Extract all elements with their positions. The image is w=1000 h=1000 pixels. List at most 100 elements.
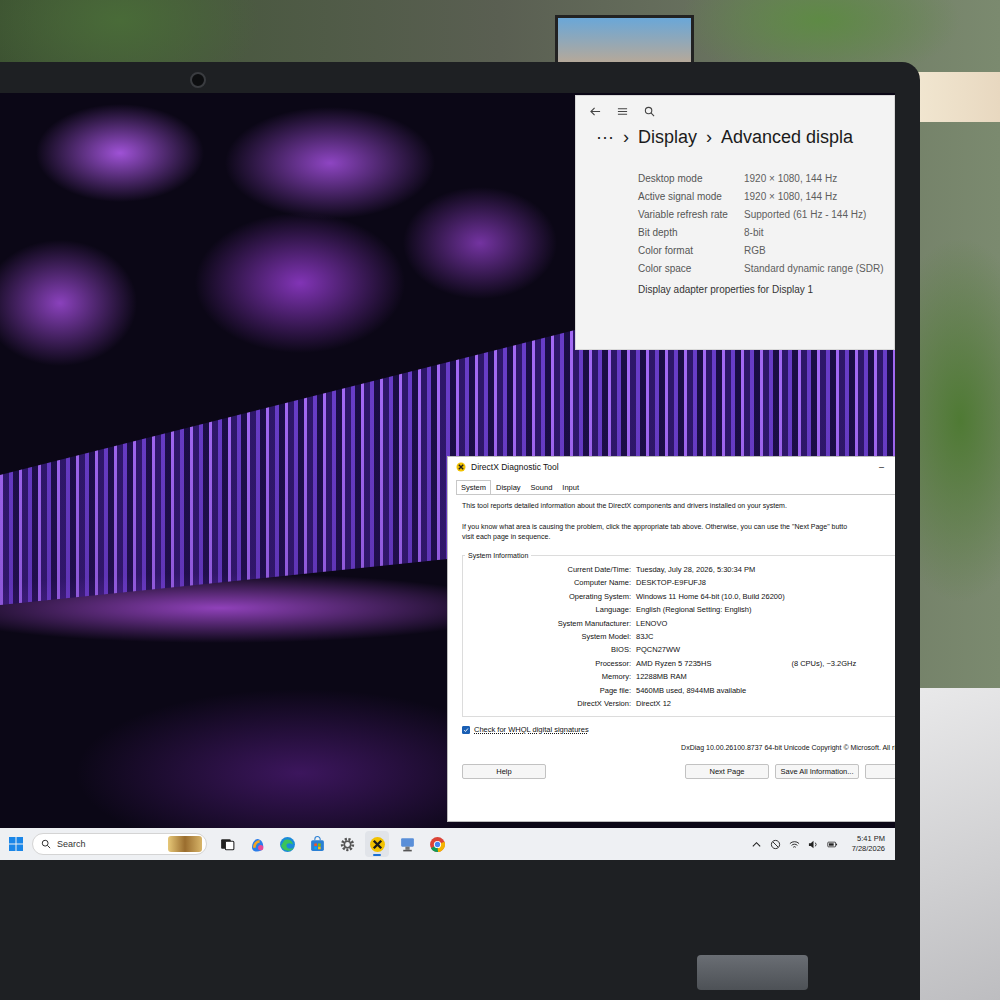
info-label: Memory: — [463, 670, 631, 683]
row-value: Standard dynamic range (SDR) — [744, 260, 886, 278]
tab[interactable]: Input — [557, 480, 584, 494]
display-info-row: Bit depth8-bit — [638, 224, 886, 242]
row-label: Variable refresh rate — [638, 206, 744, 224]
info-row: Computer Name: DESKTOP-E9FUFJ8 — [463, 576, 895, 589]
breadcrumb-item[interactable]: › — [706, 127, 712, 148]
screen: ···›Display›Advanced displaDesktop mode1… — [0, 93, 895, 860]
info-value: PQCN27WW — [636, 643, 895, 656]
info-value-text: AMD Ryzen 5 7235HS — [636, 657, 711, 670]
tab[interactable]: System — [456, 480, 491, 494]
row-label: Color space — [638, 260, 744, 278]
display-info-row: Active signal mode1920 × 1080, 144 Hz — [638, 188, 886, 206]
breadcrumb-item[interactable]: › — [623, 127, 629, 148]
show-hidden-icons-icon[interactable] — [751, 839, 762, 850]
back-arrow-icon[interactable] — [590, 106, 601, 117]
info-row: Current Date/Time:Tuesday, July 28, 2026… — [463, 563, 895, 576]
info-row: DirectX Version:DirectX 12 — [463, 697, 895, 710]
dialog-button[interactable] — [865, 764, 895, 779]
battery-icon[interactable] — [827, 839, 838, 850]
info-value-text: DESKTOP-E9FUFJ8 — [636, 576, 706, 589]
checkmark-icon — [463, 727, 469, 733]
display-info-row: Color formatRGB — [638, 242, 886, 260]
info-label: System Model: — [463, 630, 631, 643]
menu-icon[interactable] — [617, 106, 628, 117]
window-title: DirectX Diagnostic Tool — [471, 462, 874, 472]
tab-panel: This tool reports detailed information a… — [456, 494, 895, 779]
display-info-row: Variable refresh rateSupported (61 Hz - … — [638, 206, 886, 224]
background-table — [915, 688, 1000, 1000]
chrome-icon — [429, 836, 446, 853]
store-icon — [309, 836, 326, 853]
webcam-icon — [190, 72, 206, 88]
clock-date: 7/28/2026 — [852, 844, 885, 854]
intro-text: This tool reports detailed information a… — [462, 501, 895, 511]
taskbar-app[interactable] — [395, 831, 419, 857]
directx-icon — [456, 462, 466, 472]
info-value: Windows 11 Home 64-bit (10.0, Build 2620… — [636, 590, 895, 603]
task-view-icon — [219, 836, 236, 853]
dialog-button[interactable]: Help — [462, 764, 546, 779]
version-footer: DxDiag 10.00.26100.8737 64-bit Unicode C… — [462, 744, 895, 751]
settings-gear-icon — [339, 836, 356, 853]
info-value: Tuesday, July 28, 2026, 5:30:34 PM — [636, 563, 895, 576]
info-value: 5460MB used, 8944MB available — [636, 684, 895, 697]
info-row: Memory: 12288MB RAM — [463, 670, 895, 683]
info-value-text: Tuesday, July 28, 2026, 5:30:34 PM — [636, 563, 755, 576]
row-label: Desktop mode — [638, 170, 744, 188]
taskbar: Search 5:41 PM7/28/2026 — [0, 828, 895, 860]
whql-checkbox-row[interactable]: Check for WHQL digital signatures — [462, 725, 895, 734]
network-computer-icon — [399, 836, 416, 853]
taskbar-app[interactable] — [335, 831, 359, 857]
info-value-text: 12288MB RAM — [636, 670, 687, 683]
whql-checkbox-label[interactable]: Check for WHQL digital signatures — [474, 725, 589, 734]
windows-start-icon[interactable] — [8, 836, 24, 852]
taskbar-search[interactable]: Search — [32, 833, 207, 855]
info-value-text: DirectX 12 — [636, 697, 671, 710]
group-title: System Information — [465, 552, 531, 559]
info-value-text: Windows 11 Home 64-bit (10.0, Build 2620… — [636, 590, 785, 603]
info-label: Computer Name: — [463, 576, 631, 589]
info-row: Page file:5460MB used, 8944MB available — [463, 684, 895, 697]
row-value: Supported (61 Hz - 144 Hz) — [744, 206, 886, 224]
display-info: Desktop mode1920 × 1080, 144 HzActive si… — [576, 148, 894, 295]
system-tray: 5:41 PM7/28/2026 — [751, 834, 885, 854]
tab[interactable]: Sound — [526, 480, 558, 494]
display-info-row: Color spaceStandard dynamic range (SDR) — [638, 260, 886, 278]
laptop-hinge — [697, 955, 808, 990]
dialog-button[interactable]: Next Page — [685, 764, 769, 779]
directx-icon — [369, 836, 386, 853]
breadcrumb-item[interactable]: Advanced displa — [721, 127, 853, 148]
display-info-row: Desktop mode1920 × 1080, 144 Hz — [638, 170, 886, 188]
whql-checkbox[interactable] — [462, 726, 470, 734]
search-highlight-icon — [168, 836, 202, 852]
info-value-text: PQCN27WW — [636, 643, 680, 656]
minimize-button[interactable]: – — [879, 462, 888, 472]
wifi-icon[interactable] — [789, 839, 800, 850]
taskbar-app[interactable] — [275, 831, 299, 857]
row-value: 1920 × 1080, 144 Hz — [744, 170, 886, 188]
taskbar-app[interactable] — [305, 831, 329, 857]
taskbar-app[interactable] — [245, 831, 269, 857]
search-icon[interactable] — [644, 106, 655, 117]
info-value: DESKTOP-E9FUFJ8 — [636, 576, 895, 589]
taskbar-app[interactable] — [215, 831, 239, 857]
breadcrumb-item[interactable]: Display — [638, 127, 697, 148]
info-label: Operating System: — [463, 590, 631, 603]
row-label: Color format — [638, 242, 744, 260]
tab-bar: SystemDisplaySoundInput — [448, 477, 895, 494]
info-row: Operating System: Windows 11 Home 64-bit … — [463, 590, 895, 603]
taskbar-apps — [215, 831, 449, 857]
volume-icon[interactable] — [808, 839, 819, 850]
breadcrumb-item[interactable]: ··· — [596, 127, 614, 148]
blocked-icon[interactable] — [770, 839, 781, 850]
photo-scene: ···›Display›Advanced displaDesktop mode1… — [0, 0, 1000, 1000]
tab[interactable]: Display — [491, 480, 526, 494]
taskbar-app[interactable] — [365, 831, 389, 857]
taskbar-app[interactable] — [425, 831, 449, 857]
clock[interactable]: 5:41 PM7/28/2026 — [852, 834, 885, 854]
row-value: 8-bit — [744, 224, 886, 242]
dxdiag-window: DirectX Diagnostic Tool– SystemDisplaySou… — [447, 456, 895, 822]
info-label: BIOS: — [463, 643, 631, 656]
dialog-button[interactable]: Save All Information... — [775, 764, 859, 779]
adapter-properties-link[interactable]: Display adapter properties for Display 1 — [638, 284, 886, 295]
